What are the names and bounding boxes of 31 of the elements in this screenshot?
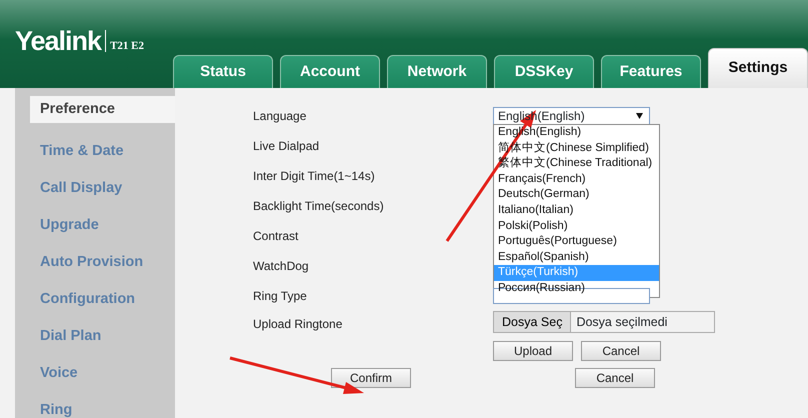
model-text: T21 E2	[110, 38, 144, 54]
dropdown-option[interactable]: Español(Spanish)	[494, 250, 659, 266]
nav-tab[interactable]: Status	[173, 55, 273, 88]
field-label: WatchDog	[253, 258, 310, 275]
nav-tab[interactable]: Features	[601, 55, 701, 88]
nav-tab[interactable]: Settings	[708, 48, 808, 88]
dropdown-option[interactable]: Français(French)	[494, 172, 659, 188]
nav-tab[interactable]: Network	[387, 55, 487, 88]
field-label: Inter Digit Time(1~14s)	[253, 168, 376, 185]
dropdown-option[interactable]: Português(Portuguese)	[494, 234, 659, 250]
field-label: Upload Ringtone	[253, 316, 344, 333]
dropdown-option[interactable]: Italiano(Italian)	[494, 202, 659, 219]
action-button[interactable]: Cancel	[581, 341, 661, 361]
field-label: Ring Type	[253, 288, 308, 305]
file-field[interactable]: Dosya Seç Dosya seçilmedi	[493, 311, 715, 333]
sidebar-item[interactable]: Preference	[30, 96, 175, 123]
caret-icon	[636, 113, 643, 119]
form-button[interactable]: Confirm	[331, 368, 411, 388]
form-button[interactable]: Cancel	[575, 368, 655, 388]
logo-text: Yealink	[15, 28, 102, 54]
action-button[interactable]: Upload	[493, 341, 573, 361]
choose-file-button[interactable]: Dosya Seç	[494, 312, 572, 332]
dropdown-option[interactable]: Deutsch(German)	[494, 187, 659, 203]
file-name-text: Dosya seçilmedi	[575, 314, 668, 331]
field-label: Contrast	[253, 228, 300, 245]
field-label: Language	[253, 108, 308, 125]
nav-tab[interactable]: Account	[280, 55, 380, 88]
field-label: Backlight Time(seconds)	[253, 198, 385, 215]
field-label: Live Dialpad	[253, 138, 320, 155]
nav-tab[interactable]: DSSKey	[494, 55, 594, 88]
dropdown-option[interactable]: Polski(Polish)	[494, 218, 659, 234]
